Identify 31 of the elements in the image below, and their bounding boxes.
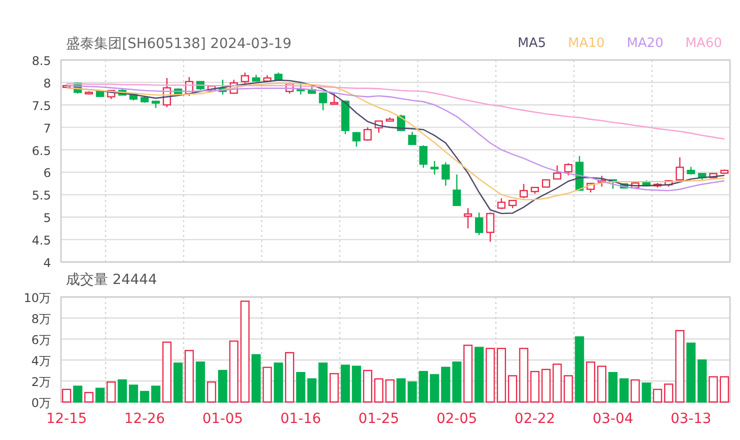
axis-label: 7 [43,121,51,136]
axis-label: 8.5 [32,56,51,68]
legend-label: MA60 [685,36,722,51]
axis-label: 6 [43,166,51,180]
chart-title: 成交量 24444 [66,271,157,289]
legend-label: MA5 [518,36,546,51]
axis-label: 01-05 [202,411,244,427]
axis-label: 10万 [24,292,51,305]
axis-label: 8 [43,76,51,90]
axis-label: 0万 [31,396,51,410]
axis-label: 4万 [31,354,51,368]
axis-label: 03-04 [592,411,634,427]
legend-label: MA20 [626,36,664,51]
legend-label: MA10 [568,36,605,51]
axis-label: 4 [43,256,51,268]
axis-label: 4.5 [32,234,51,248]
axis-label: 6.5 [32,144,51,158]
axis-label: 6万 [31,333,51,347]
axis-label: 02-22 [514,411,556,427]
axis-label: 03-13 [670,411,712,427]
axis-label: 5.5 [32,188,51,203]
axis-label: 12-15 [46,411,87,427]
axis-label: 2万 [31,375,51,389]
axis-label: 12-26 [124,411,165,427]
axis-label: 02-05 [436,411,478,427]
axis-label: 8万 [31,312,51,326]
chart-title: 盛泰集团[SH605138] 2024-03-19 [66,35,292,54]
axis-label: 5 [43,211,51,226]
axis-label: 01-16 [280,411,322,427]
axis-label: 7.5 [32,98,51,113]
axis-label: 01-25 [358,411,400,427]
